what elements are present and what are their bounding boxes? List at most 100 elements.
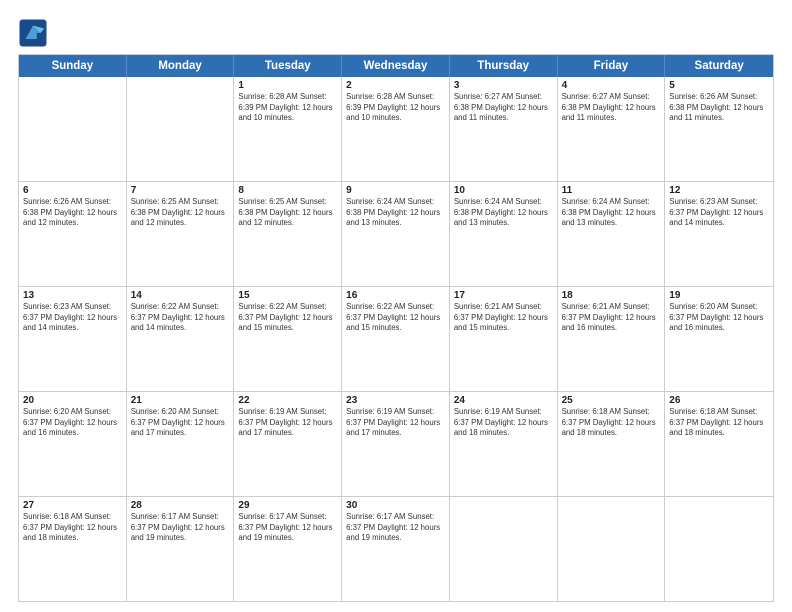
calendar-header-cell: Tuesday bbox=[234, 55, 342, 77]
calendar-row: 20Sunrise: 6:20 AM Sunset: 6:37 PM Dayli… bbox=[19, 392, 773, 497]
calendar-header-cell: Monday bbox=[127, 55, 235, 77]
cell-daylight-info: Sunrise: 6:19 AM Sunset: 6:37 PM Dayligh… bbox=[454, 407, 553, 439]
calendar-row: 6Sunrise: 6:26 AM Sunset: 6:38 PM Daylig… bbox=[19, 182, 773, 287]
calendar-cell: 24Sunrise: 6:19 AM Sunset: 6:37 PM Dayli… bbox=[450, 392, 558, 496]
calendar-cell: 12Sunrise: 6:23 AM Sunset: 6:37 PM Dayli… bbox=[665, 182, 773, 286]
cell-daylight-info: Sunrise: 6:24 AM Sunset: 6:38 PM Dayligh… bbox=[562, 197, 661, 229]
cell-daylight-info: Sunrise: 6:17 AM Sunset: 6:37 PM Dayligh… bbox=[131, 512, 230, 544]
calendar-cell: 1Sunrise: 6:28 AM Sunset: 6:39 PM Daylig… bbox=[234, 77, 342, 181]
cell-day-number: 29 bbox=[238, 500, 337, 511]
cell-daylight-info: Sunrise: 6:27 AM Sunset: 6:38 PM Dayligh… bbox=[454, 92, 553, 124]
cell-day-number: 28 bbox=[131, 500, 230, 511]
cell-daylight-info: Sunrise: 6:22 AM Sunset: 6:37 PM Dayligh… bbox=[346, 302, 445, 334]
calendar-cell: 15Sunrise: 6:22 AM Sunset: 6:37 PM Dayli… bbox=[234, 287, 342, 391]
cell-daylight-info: Sunrise: 6:23 AM Sunset: 6:37 PM Dayligh… bbox=[23, 302, 122, 334]
calendar-cell: 17Sunrise: 6:21 AM Sunset: 6:37 PM Dayli… bbox=[450, 287, 558, 391]
cell-daylight-info: Sunrise: 6:28 AM Sunset: 6:39 PM Dayligh… bbox=[346, 92, 445, 124]
cell-daylight-info: Sunrise: 6:28 AM Sunset: 6:39 PM Dayligh… bbox=[238, 92, 337, 124]
cell-daylight-info: Sunrise: 6:20 AM Sunset: 6:37 PM Dayligh… bbox=[23, 407, 122, 439]
cell-daylight-info: Sunrise: 6:19 AM Sunset: 6:37 PM Dayligh… bbox=[238, 407, 337, 439]
cell-day-number: 26 bbox=[669, 395, 769, 406]
cell-day-number: 3 bbox=[454, 80, 553, 91]
cell-daylight-info: Sunrise: 6:21 AM Sunset: 6:37 PM Dayligh… bbox=[454, 302, 553, 334]
calendar-cell: 19Sunrise: 6:20 AM Sunset: 6:37 PM Dayli… bbox=[665, 287, 773, 391]
calendar: SundayMondayTuesdayWednesdayThursdayFrid… bbox=[18, 54, 774, 602]
cell-day-number: 25 bbox=[562, 395, 661, 406]
calendar-cell: 21Sunrise: 6:20 AM Sunset: 6:37 PM Dayli… bbox=[127, 392, 235, 496]
calendar-row: 13Sunrise: 6:23 AM Sunset: 6:37 PM Dayli… bbox=[19, 287, 773, 392]
cell-day-number: 12 bbox=[669, 185, 769, 196]
calendar-cell bbox=[665, 497, 773, 601]
calendar-cell: 26Sunrise: 6:18 AM Sunset: 6:37 PM Dayli… bbox=[665, 392, 773, 496]
calendar-cell: 22Sunrise: 6:19 AM Sunset: 6:37 PM Dayli… bbox=[234, 392, 342, 496]
cell-day-number: 10 bbox=[454, 185, 553, 196]
calendar-cell: 10Sunrise: 6:24 AM Sunset: 6:38 PM Dayli… bbox=[450, 182, 558, 286]
calendar-cell: 28Sunrise: 6:17 AM Sunset: 6:37 PM Dayli… bbox=[127, 497, 235, 601]
calendar-header-cell: Friday bbox=[558, 55, 666, 77]
cell-day-number: 13 bbox=[23, 290, 122, 301]
calendar-cell: 14Sunrise: 6:22 AM Sunset: 6:37 PM Dayli… bbox=[127, 287, 235, 391]
cell-day-number: 11 bbox=[562, 185, 661, 196]
cell-day-number: 20 bbox=[23, 395, 122, 406]
calendar-cell: 29Sunrise: 6:17 AM Sunset: 6:37 PM Dayli… bbox=[234, 497, 342, 601]
calendar-cell: 16Sunrise: 6:22 AM Sunset: 6:37 PM Dayli… bbox=[342, 287, 450, 391]
cell-daylight-info: Sunrise: 6:17 AM Sunset: 6:37 PM Dayligh… bbox=[238, 512, 337, 544]
calendar-cell: 3Sunrise: 6:27 AM Sunset: 6:38 PM Daylig… bbox=[450, 77, 558, 181]
calendar-cell: 6Sunrise: 6:26 AM Sunset: 6:38 PM Daylig… bbox=[19, 182, 127, 286]
cell-daylight-info: Sunrise: 6:19 AM Sunset: 6:37 PM Dayligh… bbox=[346, 407, 445, 439]
cell-day-number: 22 bbox=[238, 395, 337, 406]
cell-day-number: 4 bbox=[562, 80, 661, 91]
cell-day-number: 23 bbox=[346, 395, 445, 406]
calendar-header-cell: Saturday bbox=[665, 55, 773, 77]
calendar-header-cell: Wednesday bbox=[342, 55, 450, 77]
cell-day-number: 27 bbox=[23, 500, 122, 511]
cell-day-number: 1 bbox=[238, 80, 337, 91]
calendar-cell bbox=[19, 77, 127, 181]
cell-daylight-info: Sunrise: 6:18 AM Sunset: 6:37 PM Dayligh… bbox=[23, 512, 122, 544]
cell-day-number: 17 bbox=[454, 290, 553, 301]
cell-day-number: 7 bbox=[131, 185, 230, 196]
calendar-cell: 18Sunrise: 6:21 AM Sunset: 6:37 PM Dayli… bbox=[558, 287, 666, 391]
cell-day-number: 19 bbox=[669, 290, 769, 301]
cell-day-number: 16 bbox=[346, 290, 445, 301]
cell-day-number: 8 bbox=[238, 185, 337, 196]
cell-daylight-info: Sunrise: 6:25 AM Sunset: 6:38 PM Dayligh… bbox=[131, 197, 230, 229]
cell-day-number: 5 bbox=[669, 80, 769, 91]
calendar-cell: 11Sunrise: 6:24 AM Sunset: 6:38 PM Dayli… bbox=[558, 182, 666, 286]
cell-daylight-info: Sunrise: 6:24 AM Sunset: 6:38 PM Dayligh… bbox=[454, 197, 553, 229]
cell-daylight-info: Sunrise: 6:25 AM Sunset: 6:38 PM Dayligh… bbox=[238, 197, 337, 229]
calendar-cell: 7Sunrise: 6:25 AM Sunset: 6:38 PM Daylig… bbox=[127, 182, 235, 286]
cell-daylight-info: Sunrise: 6:26 AM Sunset: 6:38 PM Dayligh… bbox=[23, 197, 122, 229]
cell-daylight-info: Sunrise: 6:27 AM Sunset: 6:38 PM Dayligh… bbox=[562, 92, 661, 124]
cell-day-number: 24 bbox=[454, 395, 553, 406]
page-header bbox=[18, 18, 774, 48]
calendar-row: 27Sunrise: 6:18 AM Sunset: 6:37 PM Dayli… bbox=[19, 497, 773, 601]
calendar-header-row: SundayMondayTuesdayWednesdayThursdayFrid… bbox=[19, 55, 773, 77]
cell-day-number: 14 bbox=[131, 290, 230, 301]
cell-daylight-info: Sunrise: 6:22 AM Sunset: 6:37 PM Dayligh… bbox=[131, 302, 230, 334]
calendar-cell: 4Sunrise: 6:27 AM Sunset: 6:38 PM Daylig… bbox=[558, 77, 666, 181]
calendar-cell: 2Sunrise: 6:28 AM Sunset: 6:39 PM Daylig… bbox=[342, 77, 450, 181]
calendar-header-cell: Sunday bbox=[19, 55, 127, 77]
cell-day-number: 30 bbox=[346, 500, 445, 511]
cell-day-number: 18 bbox=[562, 290, 661, 301]
cell-daylight-info: Sunrise: 6:18 AM Sunset: 6:37 PM Dayligh… bbox=[669, 407, 769, 439]
logo bbox=[18, 18, 52, 48]
cell-day-number: 21 bbox=[131, 395, 230, 406]
cell-day-number: 2 bbox=[346, 80, 445, 91]
cell-daylight-info: Sunrise: 6:26 AM Sunset: 6:38 PM Dayligh… bbox=[669, 92, 769, 124]
calendar-cell bbox=[450, 497, 558, 601]
calendar-cell: 25Sunrise: 6:18 AM Sunset: 6:37 PM Dayli… bbox=[558, 392, 666, 496]
calendar-cell: 20Sunrise: 6:20 AM Sunset: 6:37 PM Dayli… bbox=[19, 392, 127, 496]
cell-daylight-info: Sunrise: 6:21 AM Sunset: 6:37 PM Dayligh… bbox=[562, 302, 661, 334]
calendar-body: 1Sunrise: 6:28 AM Sunset: 6:39 PM Daylig… bbox=[19, 77, 773, 601]
calendar-cell: 13Sunrise: 6:23 AM Sunset: 6:37 PM Dayli… bbox=[19, 287, 127, 391]
cell-daylight-info: Sunrise: 6:24 AM Sunset: 6:38 PM Dayligh… bbox=[346, 197, 445, 229]
cell-day-number: 6 bbox=[23, 185, 122, 196]
calendar-cell: 23Sunrise: 6:19 AM Sunset: 6:37 PM Dayli… bbox=[342, 392, 450, 496]
cell-daylight-info: Sunrise: 6:18 AM Sunset: 6:37 PM Dayligh… bbox=[562, 407, 661, 439]
cell-daylight-info: Sunrise: 6:17 AM Sunset: 6:37 PM Dayligh… bbox=[346, 512, 445, 544]
cell-day-number: 15 bbox=[238, 290, 337, 301]
cell-day-number: 9 bbox=[346, 185, 445, 196]
calendar-cell: 8Sunrise: 6:25 AM Sunset: 6:38 PM Daylig… bbox=[234, 182, 342, 286]
